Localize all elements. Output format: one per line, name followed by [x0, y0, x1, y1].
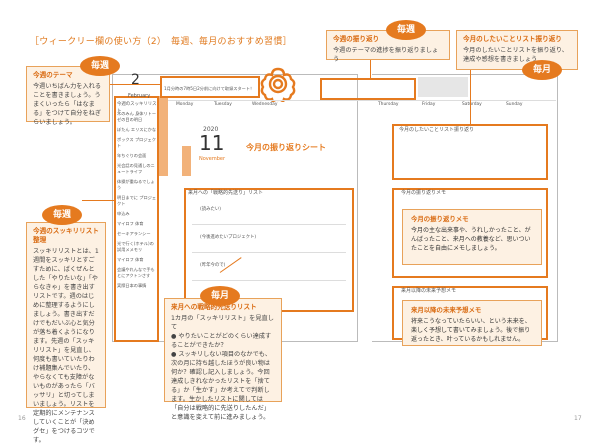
- cleanup-note-body: スッキリリストとは、1週間をスッキリとすごすために、ばくぜんとした「やりたいな」…: [33, 248, 99, 444]
- sheet-title: 今月の振り返りシート: [246, 143, 326, 152]
- weekly-review-box: [320, 78, 416, 100]
- wishlist-review-note: 今月のしたいことリスト振り返り 今月のしたいことリストを振り返り、達成や感想を書…: [456, 30, 578, 70]
- memo-note-body: 今月の主な出来事や、うれしかったこと、がんばったこと、来月への教養など、思いつい…: [411, 227, 531, 252]
- monthly-badge: 毎月: [200, 286, 240, 306]
- future-note-body: 将来こうなっていたらいい、という未来を、楽しく予想して書いてみましょう。後で振り…: [411, 318, 531, 343]
- list-item: ぼたん エリスにかな: [117, 127, 157, 132]
- carryover-line: 1カ月の「スッキリリスト」を見直して: [171, 315, 274, 331]
- future-heading: 来月以降の未来予想メモ: [399, 288, 459, 295]
- list-heading: 来月への「戦略的先送り」リスト: [186, 190, 266, 197]
- list-item: 年ちぐりの会面: [117, 153, 147, 158]
- memo-heading: 今月の振り返りメモ: [399, 190, 449, 197]
- list-item: 明日までに プロジェクト: [117, 195, 157, 206]
- list-line: (今後進めたいプロジェクト): [200, 235, 257, 240]
- list-item: 木のみん 身体リトーゼの目の明日: [117, 111, 157, 122]
- future-note-title: 来月以降の未来予想メモ: [411, 306, 482, 314]
- mini-calendar: [418, 77, 468, 97]
- carryover-line: やりたいことがどのくらい達成することができたか？: [171, 333, 272, 349]
- list-item: 実際日本の事情: [117, 283, 147, 288]
- section-heading: ［ウィークリー欄の使い方（2） 毎週、毎月のおすすめ習慣］: [30, 37, 292, 47]
- month-tab: [182, 146, 191, 176]
- list-item: 申込み: [117, 211, 130, 216]
- day-label: Thursday: [378, 102, 399, 107]
- list-item: セーキアランシー: [117, 231, 151, 236]
- weekly-review-note-body: 今週のテーマの進捗を振り返りましょう: [333, 47, 439, 63]
- day-label: Friday: [422, 102, 436, 107]
- date-month: November: [199, 156, 226, 162]
- monthly-badge: 毎月: [522, 60, 562, 80]
- memo-note-title: 今月の振り返りメモ: [411, 215, 469, 223]
- memo-note: 今月の振り返りメモ 今月の主な出来事や、うれしかったこと、がんばったこと、来月へ…: [402, 209, 542, 265]
- carryover-line: スッキリしない項目のなかでも、次の月に持ち越したほうが良い物は何か？確認し記入し…: [171, 351, 272, 421]
- list-item: マイロフ 体育: [117, 221, 144, 226]
- day-label: Monday: [176, 102, 194, 107]
- wishlist-heading: 今月のしたいことリスト振り返り: [399, 127, 475, 133]
- day-label: Sunday: [506, 102, 523, 107]
- theme-text: 1月分時の7時5日2分前に向けて取録スタート！: [164, 86, 255, 91]
- list-line: (昨年今ので): [200, 263, 226, 268]
- weekly-badge: 毎週: [80, 56, 120, 76]
- day-label: Wednesday: [252, 102, 278, 107]
- list-item: 体操が重ねるでしょう: [117, 179, 155, 190]
- page-number: 17: [574, 415, 582, 422]
- month-name: February: [128, 93, 151, 99]
- list-item: 光で行く(ホテル)の試用メメモリ: [117, 241, 154, 252]
- month-number: 2: [131, 72, 140, 88]
- theme-note-body: 今週いちばん力を入れることを書きましょう。うまくいったら「はなまる」をつけて自分…: [33, 83, 102, 126]
- page-number: 16: [18, 415, 26, 422]
- weekly-badge: 毎週: [42, 205, 82, 225]
- carryover-note: 来月への戦略的先送りリスト 1カ月の「スッキリリスト」を見直して ● やりたいこ…: [164, 298, 282, 421]
- list-item: 会議やれんなで手もとにアクトンさす: [117, 267, 155, 278]
- list-item: マイロフ 体育: [117, 257, 144, 262]
- cleanup-note: 今週のスッキリリスト整理 スッキリリストとは、1週間をスッキリとすごすために、ば…: [26, 222, 106, 444]
- carryover-line: ● スッキリしない項目のなかでも、次の月に持ち越したほうが良い物は何か？確認し記…: [171, 351, 272, 421]
- wishlist-review-note-title: 今月のしたいことリスト振り返り: [463, 35, 562, 43]
- list-line: (読みたい): [200, 207, 221, 212]
- list-item: ボックス プロジェクト: [117, 137, 156, 148]
- cleanup-note-title: 今週のスッキリリスト整理: [33, 227, 99, 244]
- weekly-badge: 毎週: [386, 20, 426, 40]
- carryover-line: ● やりたいことがどのくらい達成することができたか？: [171, 333, 272, 349]
- side-items: 木のみん 身体リトーゼの目の明日 ぼたん エリスにかな ボックス プロジェクト …: [117, 111, 157, 289]
- future-note: 来月以降の未来予想メモ 将来こうなっていたらいい、という未来を、楽しく予想して書…: [402, 300, 542, 346]
- hanamaru-flower-icon: [260, 67, 296, 102]
- date-day: 11: [199, 131, 225, 155]
- day-label: Tuesday: [214, 102, 232, 107]
- day-label: Saturday: [462, 102, 482, 107]
- weekly-review-note-title: 今週の振り返り: [333, 35, 380, 43]
- list-item: 光会話の見通しのニュートライフ: [117, 163, 155, 174]
- month-tab: [159, 96, 168, 176]
